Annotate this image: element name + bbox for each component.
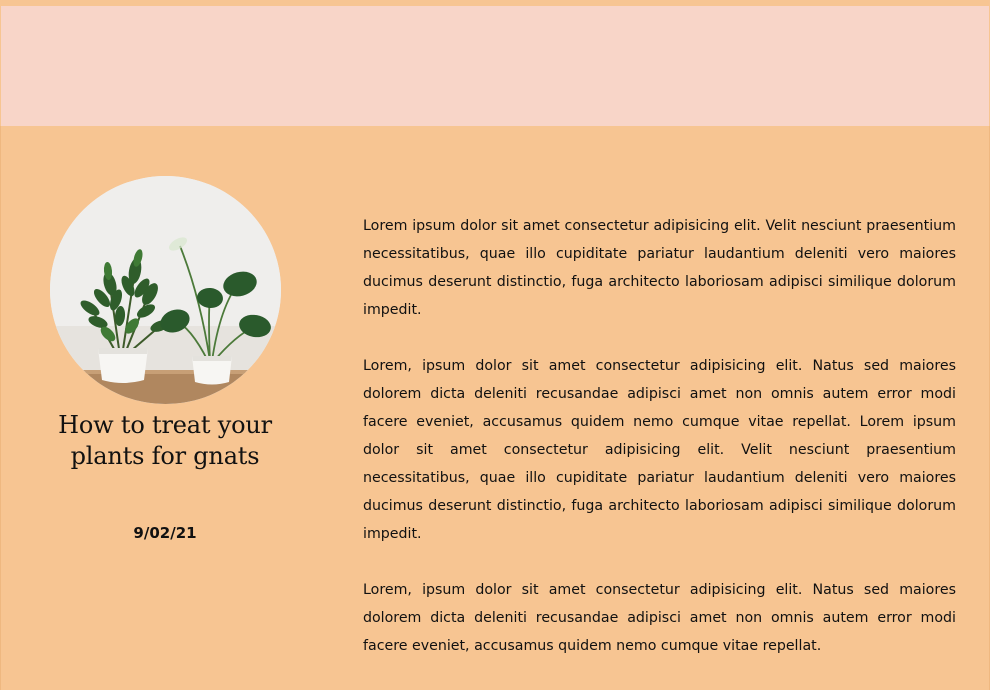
frame-border-left: [0, 126, 1, 690]
post-date: 9/02/21: [133, 524, 197, 542]
article-paragraph: Lorem, ipsum dolor sit amet consectetur …: [363, 582, 956, 654]
post-title[interactable]: How to treat your plants for gnats: [40, 410, 290, 472]
post-image[interactable]: [50, 176, 281, 404]
article-paragraph: Lorem, ipsum dolor sit amet consectetur …: [363, 358, 956, 542]
potted-plants-image: [50, 176, 281, 404]
article-paragraph: Lorem ipsum dolor sit amet consectetur a…: [363, 218, 956, 318]
article-body: Lorem ipsum dolor sit amet consectetur a…: [363, 212, 956, 688]
header-band: [1, 6, 989, 126]
